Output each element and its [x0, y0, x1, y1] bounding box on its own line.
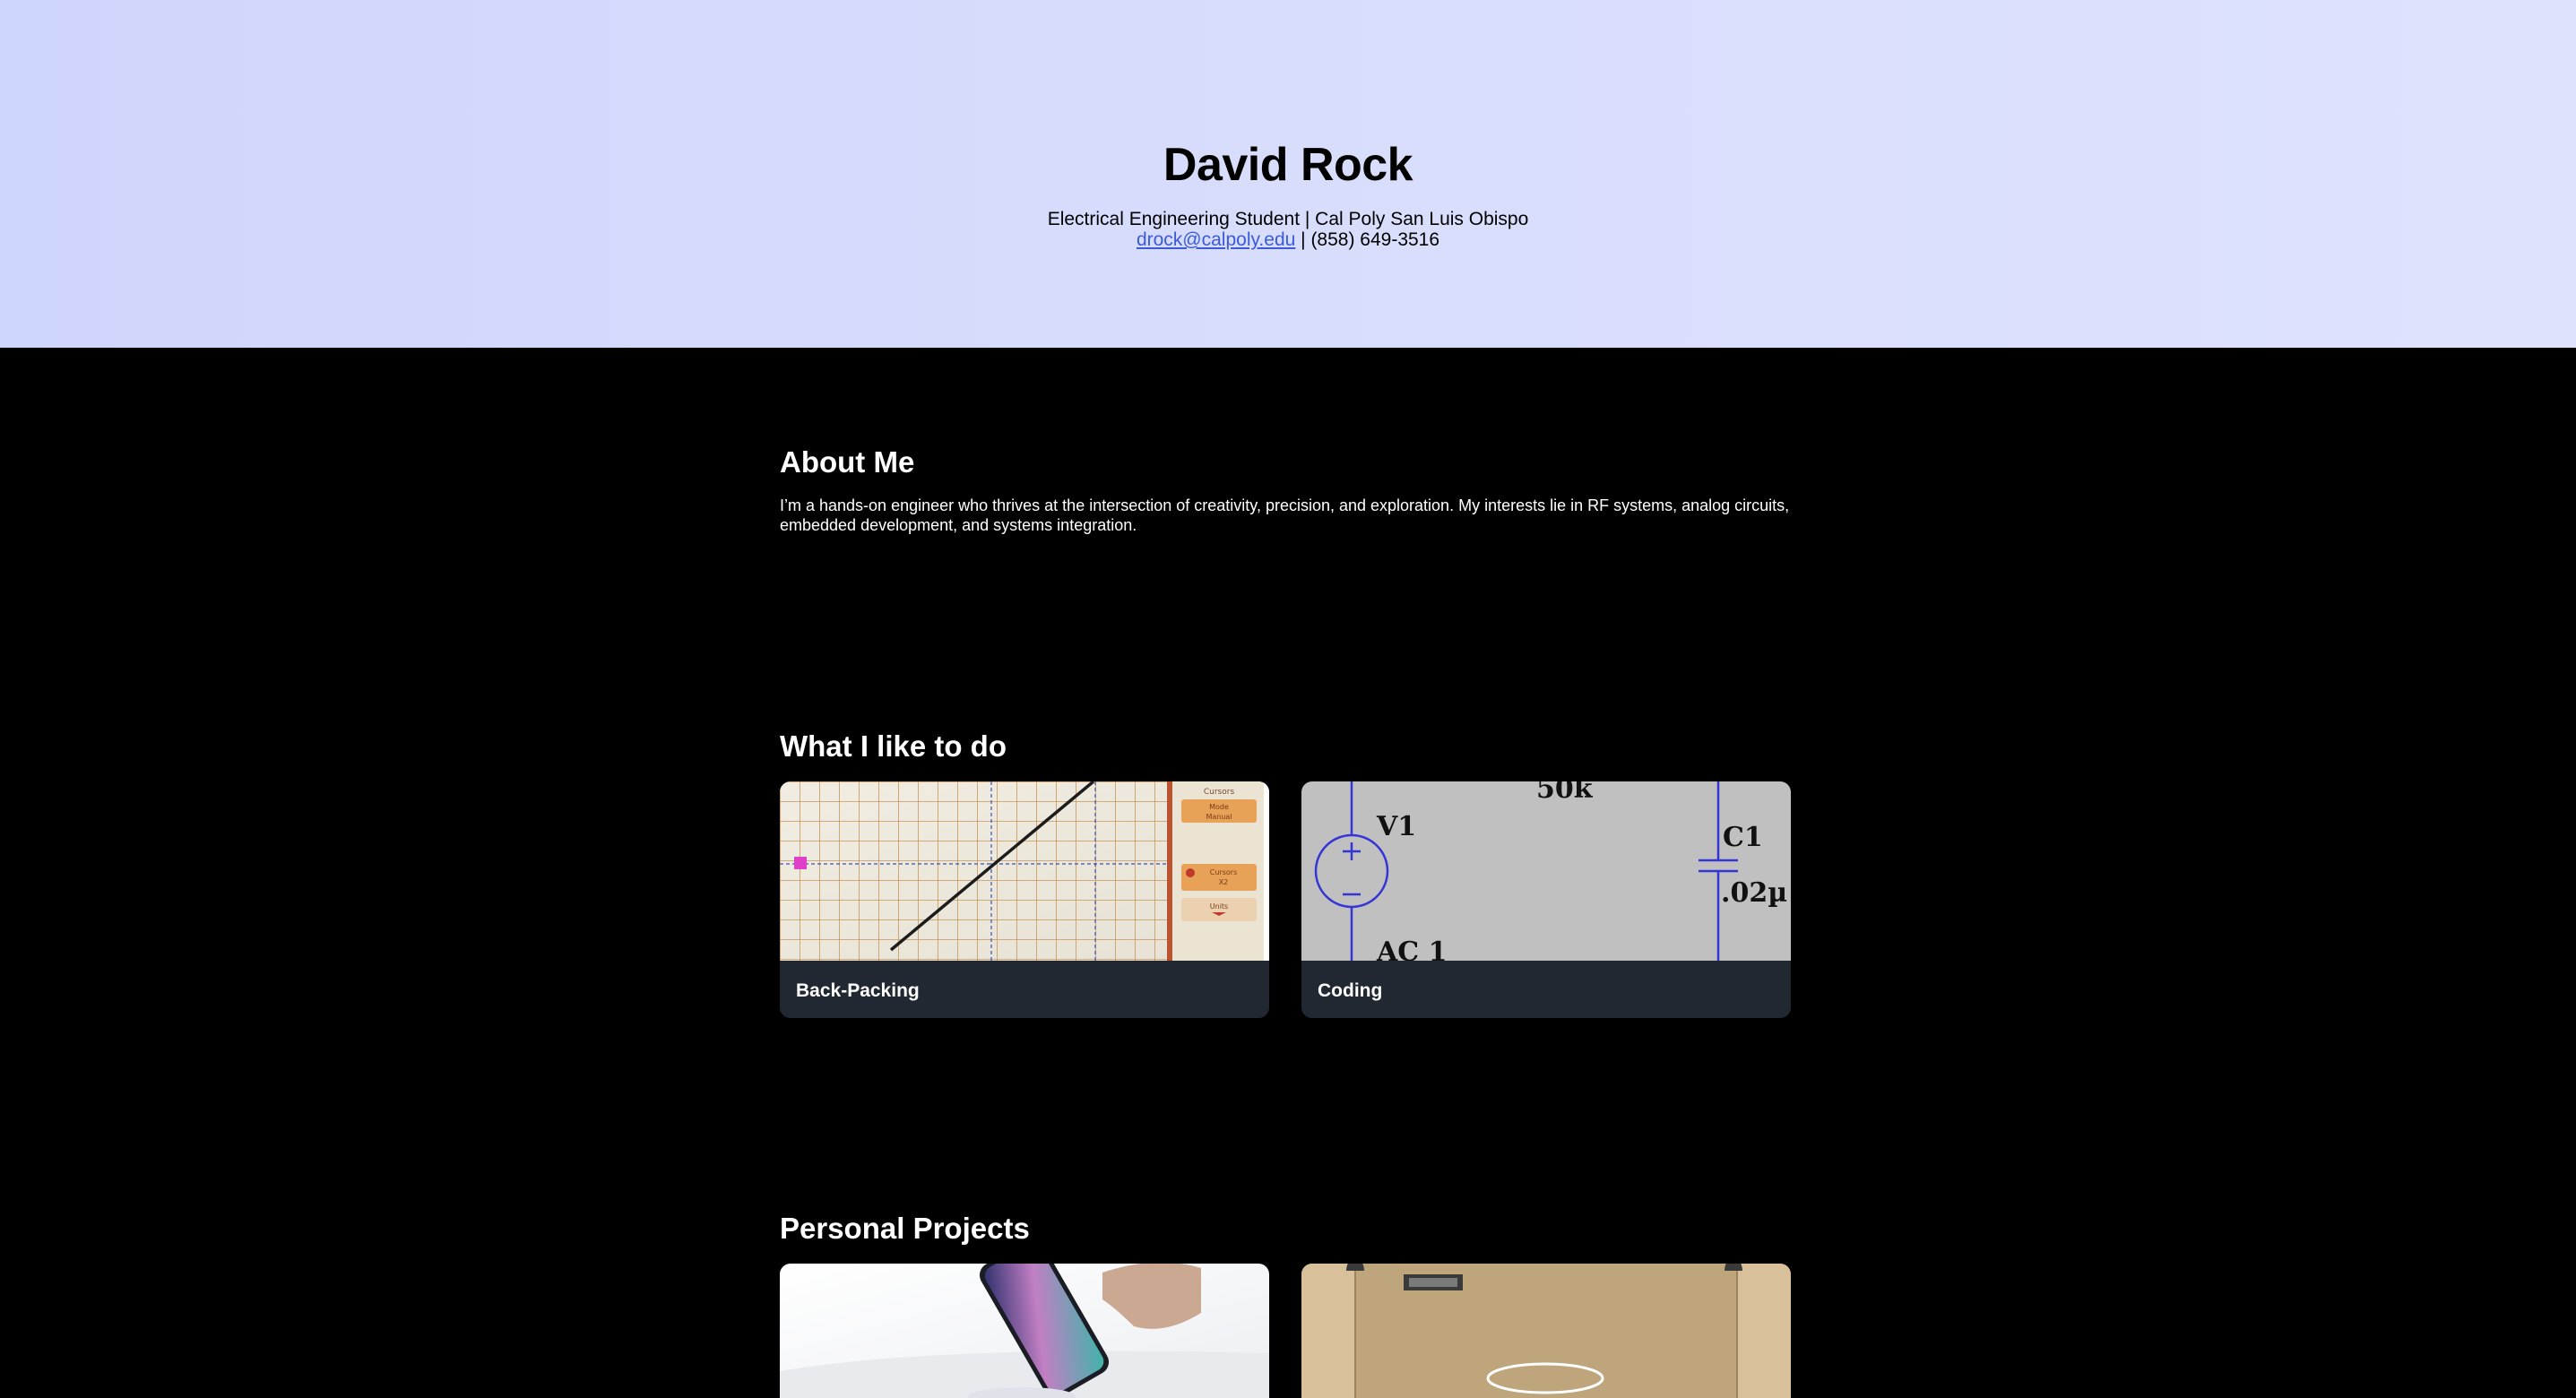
about-text: I’m a hands-on engineer who thrives at t…	[780, 496, 1790, 534]
card-label: Back-Packing	[796, 980, 920, 1001]
hobby-card-back-packing[interactable]: Cursors Mode Manual Cursors X2 Units Bac…	[780, 781, 1269, 1018]
project-card-box[interactable]	[1301, 1264, 1791, 1398]
circuit-schematic-icon: 50k V1 C1 .02µ AC 1	[1301, 781, 1791, 961]
schematic-source-label: V1	[1376, 811, 1416, 842]
scope-panel-units: Units	[1210, 902, 1228, 910]
header-contact: drock@calpoly.edu | (858) 649-3516	[0, 227, 2576, 254]
hobbies-heading: What I like to do	[780, 729, 1007, 763]
project-card-phone[interactable]	[780, 1264, 1269, 1398]
schematic-capacitor-value: .02µ	[1721, 877, 1787, 909]
scope-panel-cursors: Cursors	[1210, 868, 1237, 876]
card-caption: Back-Packing	[780, 961, 1269, 1018]
oscilloscope-photo-icon: Cursors Mode Manual Cursors X2 Units	[780, 781, 1269, 961]
scope-panel-mode: Mode	[1209, 803, 1229, 811]
email-link[interactable]: drock@calpoly.edu	[1137, 229, 1295, 250]
phone-charging-photo-icon	[780, 1264, 1269, 1398]
schematic-capacitor-label: C1	[1723, 822, 1763, 853]
page-header: David Rock Electrical Engineering Studen…	[0, 0, 2576, 348]
projects-heading: Personal Projects	[780, 1212, 1030, 1245]
cardboard-box-photo-icon	[1301, 1264, 1791, 1398]
page-title: David Rock	[1163, 139, 1413, 191]
card-label: Coding	[1318, 980, 1383, 1001]
about-heading: About Me	[780, 445, 915, 479]
phone-number: (858) 649-3516	[1310, 229, 1440, 250]
schematic-source-value: AC 1	[1376, 936, 1447, 961]
schematic-resistor-label: 50k	[1536, 781, 1594, 805]
scope-panel-manual: Manual	[1206, 813, 1232, 821]
scope-panel-cursor-value: X2	[1219, 878, 1229, 886]
card-caption: Coding	[1301, 961, 1791, 1018]
scope-panel-title: Cursors	[1204, 788, 1235, 797]
contact-separator: |	[1295, 229, 1311, 250]
hobby-card-coding[interactable]: 50k V1 C1 .02µ AC 1 Coding	[1301, 781, 1791, 1018]
